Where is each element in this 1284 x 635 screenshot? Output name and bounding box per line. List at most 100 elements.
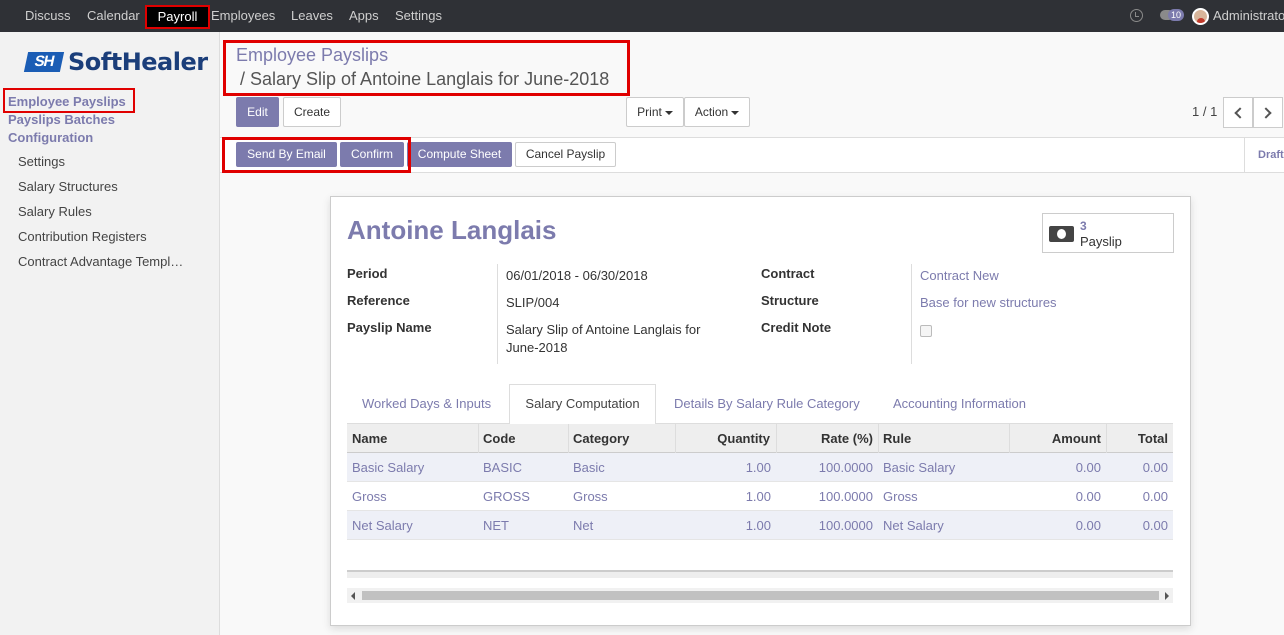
structure-field[interactable]: Base for new structures (920, 295, 1057, 310)
payslip-name-field-line2[interactable]: June-2018 (506, 340, 567, 355)
cell-category[interactable]: Gross (573, 489, 608, 504)
cell-code[interactable]: NET (483, 518, 509, 533)
scrollbar-thumb[interactable] (362, 591, 1159, 600)
column-separator (776, 424, 777, 453)
cell-rule[interactable]: Net Salary (883, 518, 944, 533)
column-header-total[interactable]: Total (1138, 431, 1168, 446)
company-logo: SH SoftHealer (23, 48, 208, 76)
menu-leaves[interactable]: Leaves (291, 0, 333, 32)
period-label: Period (347, 266, 388, 281)
cell-rule[interactable]: Gross (883, 489, 918, 504)
menu-payroll[interactable]: Payroll (145, 5, 210, 29)
contract-label: Contract (761, 266, 815, 281)
tab-worked-days[interactable]: Worked Days & Inputs (362, 396, 491, 411)
status-draft: Draft (1244, 137, 1284, 173)
cell-quantity[interactable]: 1.00 (746, 460, 771, 475)
caret-down-icon (731, 110, 740, 115)
tab-details-by-category[interactable]: Details By Salary Rule Category (674, 396, 860, 411)
cell-rule[interactable]: Basic Salary (883, 460, 955, 475)
menu-employees[interactable]: Employees (211, 0, 275, 32)
sidebar-item-settings[interactable]: Settings (18, 154, 65, 169)
sidebar-section-configuration[interactable]: Configuration (8, 130, 93, 145)
cell-quantity[interactable]: 1.00 (746, 518, 771, 533)
column-header-amount[interactable]: Amount (1052, 431, 1101, 446)
column-separator (568, 424, 569, 453)
menu-calendar[interactable]: Calendar (87, 0, 140, 32)
horizontal-scrollbar[interactable] (347, 588, 1173, 603)
chevron-right-icon (1260, 107, 1272, 119)
menu-discuss[interactable]: Discuss (25, 0, 71, 32)
contract-field[interactable]: Contract New (920, 268, 999, 283)
sidebar-item-contribution-registers[interactable]: Contribution Registers (18, 229, 147, 244)
notification-badge: 10 (1168, 9, 1185, 21)
column-separator (878, 424, 879, 453)
pager-next-button[interactable] (1253, 97, 1283, 128)
scroll-right-icon[interactable] (1165, 592, 1169, 600)
sidebar-item-payslips-batches[interactable]: Payslips Batches (8, 112, 115, 127)
cell-amount[interactable]: 0.00 (1076, 518, 1101, 533)
cell-rate[interactable]: 100.0000 (819, 460, 873, 475)
cell-category[interactable]: Basic (573, 460, 605, 475)
tab-accounting-information[interactable]: Accounting Information (893, 396, 1026, 411)
cell-name[interactable]: Net Salary (352, 518, 413, 533)
field-divider (497, 264, 498, 364)
pager-previous-button[interactable] (1223, 97, 1253, 128)
column-header-code[interactable]: Code (483, 431, 516, 446)
user-menu[interactable]: Administrator (1213, 0, 1284, 32)
payslip-smart-button[interactable]: 3 Payslip (1042, 213, 1174, 253)
sidebar-item-salary-rules[interactable]: Salary Rules (18, 204, 92, 219)
avatar[interactable] (1192, 8, 1209, 25)
column-separator (675, 424, 676, 453)
column-header-name[interactable]: Name (352, 431, 387, 446)
scroll-left-icon[interactable] (351, 592, 355, 600)
sidebar-item-employee-payslips[interactable]: Employee Payslips (8, 94, 126, 109)
action-dropdown[interactable]: Action (684, 97, 750, 127)
payslip-count: 3 (1080, 219, 1087, 233)
reference-field[interactable]: SLIP/004 (506, 295, 560, 310)
payslip-name-label: Payslip Name (347, 320, 432, 335)
sidebar-item-salary-structures[interactable]: Salary Structures (18, 179, 118, 194)
cell-rate[interactable]: 100.0000 (819, 518, 873, 533)
cell-quantity[interactable]: 1.00 (746, 489, 771, 504)
column-header-quantity[interactable]: Quantity (717, 431, 770, 446)
credit-note-checkbox[interactable] (920, 325, 932, 337)
cell-total[interactable]: 0.00 (1143, 489, 1168, 504)
structure-label: Structure (761, 293, 819, 308)
form-sheet (330, 196, 1191, 626)
cell-name[interactable]: Basic Salary (352, 460, 424, 475)
pager-value[interactable]: 1 / 1 (1192, 104, 1217, 119)
period-field[interactable]: 06/01/2018 - 06/30/2018 (506, 268, 648, 283)
cell-amount[interactable]: 0.00 (1076, 489, 1101, 504)
cell-amount[interactable]: 0.00 (1076, 460, 1101, 475)
column-header-category[interactable]: Category (573, 431, 629, 446)
cell-category[interactable]: Net (573, 518, 593, 533)
cell-code[interactable]: GROSS (483, 489, 530, 504)
print-dropdown[interactable]: Print (626, 97, 684, 127)
column-header-rule[interactable]: Rule (883, 431, 911, 446)
sidebar: SH SoftHealer Employee Payslips Payslips… (0, 32, 220, 635)
action-label: Action (694, 105, 729, 119)
field-divider (911, 264, 912, 364)
create-button[interactable]: Create (283, 97, 341, 127)
cell-code[interactable]: BASIC (483, 460, 522, 475)
cell-rate[interactable]: 100.0000 (819, 489, 873, 504)
cancel-payslip-button[interactable]: Cancel Payslip (515, 142, 616, 167)
tab-salary-computation[interactable]: Salary Computation (509, 384, 656, 424)
sidebar-item-contract-advantage-templates[interactable]: Contract Advantage Templ… (18, 254, 183, 269)
money-icon (1049, 226, 1074, 242)
breadcrumb-parent[interactable]: Employee Payslips (236, 45, 388, 66)
compute-sheet-button[interactable]: Compute Sheet (407, 142, 512, 167)
cell-total[interactable]: 0.00 (1143, 518, 1168, 533)
reference-label: Reference (347, 293, 410, 308)
column-header-rate[interactable]: Rate (%) (821, 431, 873, 446)
print-label: Print (637, 105, 662, 119)
edit-button[interactable]: Edit (236, 97, 279, 127)
cell-total[interactable]: 0.00 (1143, 460, 1168, 475)
menu-apps[interactable]: Apps (349, 0, 379, 32)
cell-name[interactable]: Gross (352, 489, 387, 504)
menu-settings[interactable]: Settings (395, 0, 442, 32)
payslip-name-field-line1[interactable]: Salary Slip of Antoine Langlais for (506, 322, 700, 337)
caret-down-icon (664, 110, 673, 115)
clock-icon[interactable] (1130, 9, 1143, 22)
employee-name[interactable]: Antoine Langlais (347, 215, 556, 246)
